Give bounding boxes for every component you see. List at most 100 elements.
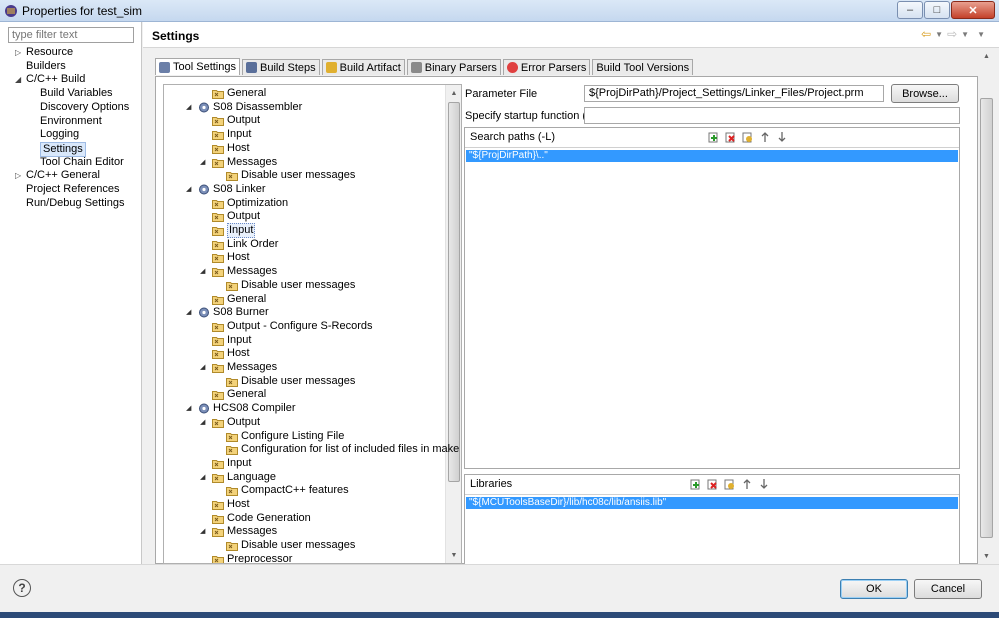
cancel-button[interactable]: Cancel <box>914 579 982 599</box>
add-icon[interactable] <box>708 131 720 143</box>
tab-build-steps[interactable]: Build Steps <box>241 59 320 75</box>
scroll-down-arrow-icon[interactable]: ▼ <box>978 548 995 564</box>
list-item[interactable]: "${MCUToolsBaseDir}/lib/hc08c/lib/ansiis… <box>466 497 958 509</box>
tree-item-label: Output - Configure S-Records <box>227 319 373 332</box>
tree-item-label: Preprocessor <box>227 552 293 564</box>
delete-icon[interactable] <box>707 478 719 490</box>
expanded-arrow-icon[interactable]: ◢ <box>200 361 205 374</box>
forward-arrow-icon[interactable]: ⇨ <box>947 27 957 41</box>
option-category-icon <box>212 158 224 168</box>
nav-item-label: Logging <box>40 128 80 141</box>
build-artifact-icon <box>325 62 337 73</box>
search-paths-toolbar <box>708 131 788 143</box>
tab-label: Tool Settings <box>173 61 236 73</box>
tree-item-label: S08 Disassembler <box>213 100 303 113</box>
scroll-thumb[interactable] <box>448 102 460 482</box>
tab-build-tool-versions[interactable]: Build Tool Versions <box>592 59 694 75</box>
collapsed-arrow-icon[interactable]: ▷ <box>15 46 25 59</box>
back-menu-chevron-icon[interactable]: ▼ <box>935 30 943 39</box>
tool-gear-icon <box>199 307 209 318</box>
forward-menu-chevron-icon[interactable]: ▼ <box>961 30 969 39</box>
title-bar: Properties for test_sim ‒ □ ✕ <box>0 0 999 22</box>
page-title: Settings <box>152 29 200 43</box>
expanded-arrow-icon[interactable]: ◢ <box>186 306 191 319</box>
tree-item-label: S08 Burner <box>213 306 269 319</box>
page-scrollbar[interactable]: ▲ ▼ <box>978 48 995 564</box>
view-menu-icon[interactable]: ▼ <box>977 30 985 39</box>
expanded-arrow-icon[interactable]: ◢ <box>186 183 191 196</box>
option-category-icon <box>212 364 224 373</box>
tab-binary-parsers[interactable]: Binary Parsers <box>406 59 501 75</box>
tool-gear-icon <box>199 184 209 195</box>
move-down-icon[interactable] <box>776 131 788 143</box>
delete-icon[interactable] <box>725 131 737 143</box>
tab-label: Build Steps <box>259 61 316 74</box>
window-controls: ‒ □ ✕ <box>896 1 995 19</box>
collapsed-arrow-icon[interactable]: ▷ <box>15 169 25 182</box>
expanded-arrow-icon[interactable]: ◢ <box>200 156 205 169</box>
tree-item-label: Host <box>227 141 250 154</box>
tool-options-tree: ▲ ▼ General ◢ S08 Disassembler Output Input H… <box>163 84 462 564</box>
tab-build-artifact[interactable]: Build Artifact <box>321 59 405 75</box>
expanded-arrow-icon[interactable]: ◢ <box>15 73 25 86</box>
tab-error-parsers[interactable]: Error Parsers <box>502 59 591 75</box>
minimize-button[interactable]: ‒ <box>897 1 923 19</box>
properties-nav-panel: ▷ResourceBuilders◢C/C++ BuildBuild Varia… <box>0 22 142 564</box>
edit-icon[interactable] <box>724 478 736 490</box>
option-category-icon <box>212 213 224 223</box>
ok-button[interactable]: OK <box>840 579 908 599</box>
nav-item-label: C/C++ Build <box>26 73 86 86</box>
expanded-arrow-icon[interactable]: ◢ <box>200 525 205 538</box>
edit-icon[interactable] <box>742 131 754 143</box>
option-category-icon <box>212 528 224 538</box>
tab-label: Build Tool Versions <box>596 61 690 74</box>
build-steps-icon <box>245 62 257 73</box>
option-category-icon <box>226 446 238 456</box>
nav-item-label: Environment <box>40 114 102 127</box>
option-category-icon <box>212 322 224 332</box>
tool-settings-icon <box>159 61 170 73</box>
expanded-arrow-icon[interactable]: ◢ <box>186 402 191 415</box>
tree-scrollbar[interactable]: ▲ ▼ <box>445 85 461 563</box>
filter-input[interactable] <box>8 27 134 43</box>
scroll-thumb[interactable] <box>980 98 993 538</box>
move-up-icon[interactable] <box>759 131 771 143</box>
back-arrow-icon[interactable]: ⇦ <box>921 27 931 41</box>
maximize-button[interactable]: □ <box>924 1 950 19</box>
scroll-up-arrow-icon[interactable]: ▲ <box>446 85 461 101</box>
tab-tool-settings[interactable]: Tool Settings <box>155 58 240 75</box>
browse-button[interactable]: Browse... <box>891 84 959 103</box>
list-item[interactable]: "${ProjDirPath}\.." <box>466 150 958 162</box>
tree-item-label: Output <box>227 210 261 223</box>
tree-item-label: Messages <box>227 155 278 168</box>
move-up-icon[interactable] <box>741 478 753 490</box>
parameter-file-input[interactable]: ${ProjDirPath}/Project_Settings/Linker_F… <box>584 85 884 102</box>
nav-item-label: Build Variables <box>40 87 113 100</box>
libraries-header: Libraries <box>465 475 959 495</box>
move-down-icon[interactable] <box>758 478 770 490</box>
help-icon[interactable]: ? <box>13 579 31 597</box>
dialog-button-bar: ? OK Cancel <box>0 564 999 618</box>
taskbar <box>0 612 999 618</box>
tree-item-label: Input <box>227 333 252 346</box>
tree-item-label: Host <box>227 498 250 510</box>
option-category-icon <box>212 199 224 209</box>
tree-item-label: General <box>227 87 267 99</box>
expanded-arrow-icon[interactable]: ◢ <box>200 471 205 484</box>
nav-item-label: Resource <box>26 46 74 58</box>
window-title: Properties for test_sim <box>22 4 143 18</box>
startup-function-input[interactable] <box>584 107 960 124</box>
option-category-icon <box>226 432 238 442</box>
tree-item-label: Output <box>227 114 261 127</box>
tree-item-label: Output <box>227 415 261 428</box>
option-category-icon <box>212 350 224 360</box>
expanded-arrow-icon[interactable]: ◢ <box>200 416 205 429</box>
scroll-down-arrow-icon[interactable]: ▼ <box>446 547 461 563</box>
expanded-arrow-icon[interactable]: ◢ <box>186 101 191 114</box>
scroll-up-arrow-icon[interactable]: ▲ <box>978 48 995 64</box>
option-category-icon <box>212 268 224 278</box>
startup-function-label: Specify startup function (-E) <box>465 110 601 122</box>
close-button[interactable]: ✕ <box>951 1 995 19</box>
add-icon[interactable] <box>690 478 702 490</box>
expanded-arrow-icon[interactable]: ◢ <box>200 265 205 278</box>
